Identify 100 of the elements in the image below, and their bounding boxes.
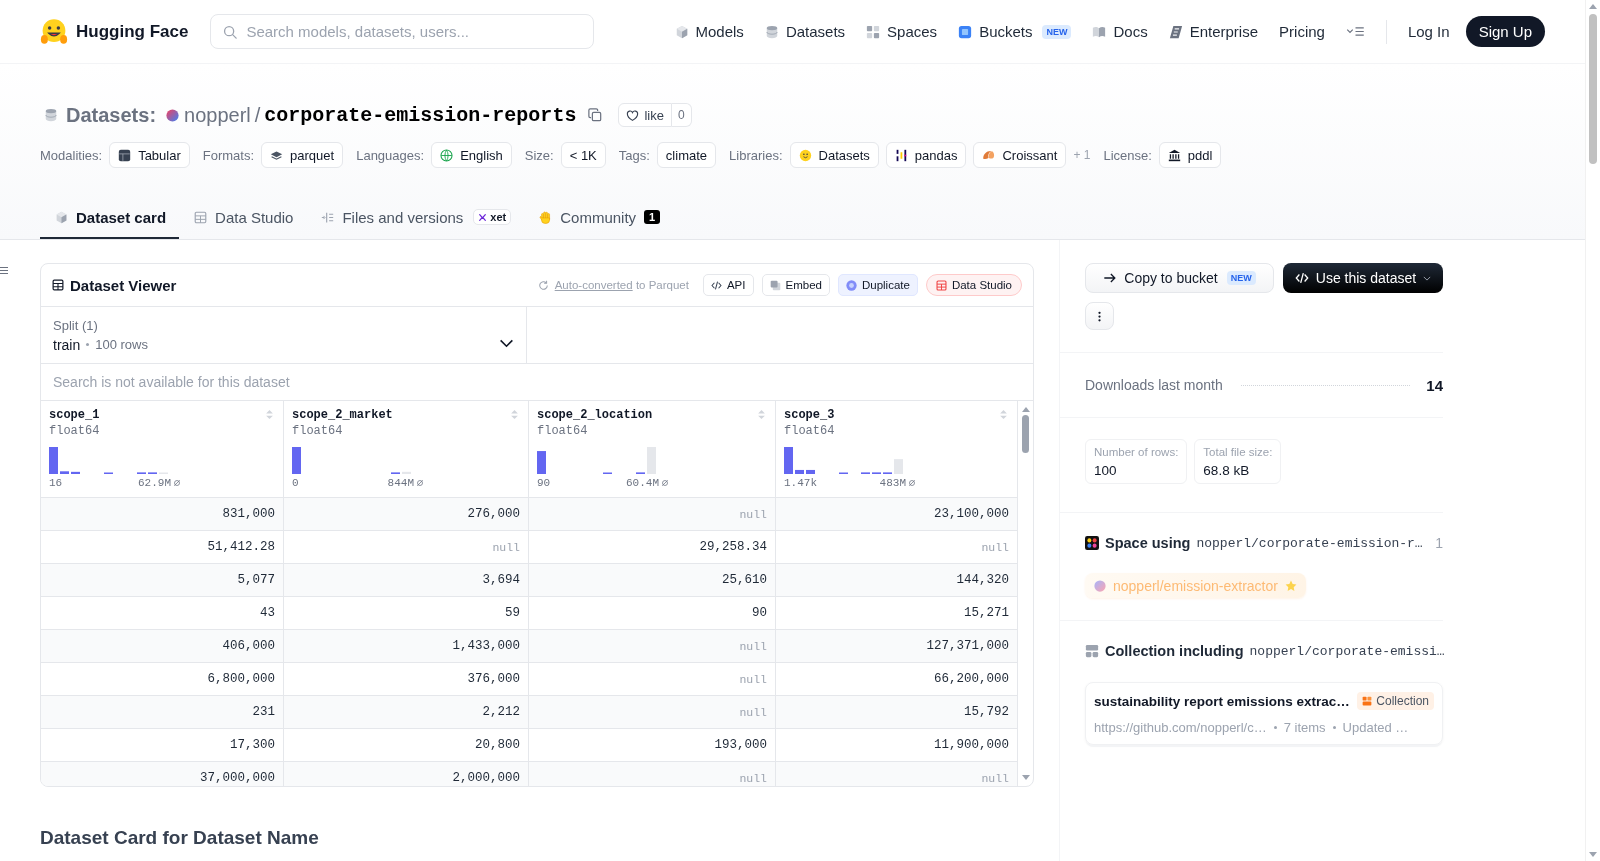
tag-chip[interactable]: English [431,142,512,168]
tab[interactable]: Community 1 [524,197,674,239]
dot-icon [1332,726,1336,729]
dot-icon [1273,726,1277,729]
path-separator: / [254,103,261,127]
dataset-name-link[interactable]: corporate-emission-reports [264,103,577,127]
search-field[interactable]: Search models, datasets, users... [210,14,595,49]
cube-icon [674,24,689,39]
sort-icon[interactable] [510,408,519,421]
table-cell: null [529,696,776,729]
dot-icon [86,343,90,346]
copy-icon[interactable] [588,108,603,122]
kebab-icon [1098,310,1101,322]
stacked-squares-icon [1085,644,1099,658]
row-count: 100 rows [95,337,148,352]
metadata-label: Formats: [202,147,255,163]
star-icon [1284,579,1297,592]
table-cell: 2,000,000 [284,762,529,786]
tag-chip[interactable]: < 1K [560,142,606,168]
split-select[interactable]: Split (1) train 100 rows [41,307,527,363]
table-cell: 831,000 [41,498,284,531]
column-name: scope_2_location [537,408,653,422]
tag-chip[interactable]: climate [656,142,717,168]
stacked-squares-icon [1362,696,1373,706]
collection-type-label: Collection [1376,694,1429,708]
spaces-heading: Space using [1105,535,1191,551]
nav-link[interactable]: Pricing [1279,23,1325,40]
tab[interactable]: Dataset card [40,197,180,239]
login-link[interactable]: Log In [1407,23,1450,40]
scrollbar-thumb[interactable] [1022,415,1029,453]
chevron-down-icon [499,338,514,348]
collection-title: sustainability report emissions extrac… [1094,693,1350,709]
split-value: train [53,336,81,353]
null-icon [908,479,916,487]
colored-grid-icon [1085,536,1099,550]
storage-label: xet [490,211,507,223]
layers-icon [270,148,284,162]
tag-chip[interactable]: parquet [261,142,344,168]
metadata-label: Tags: [618,147,650,163]
tab[interactable]: Data Studio [179,197,307,239]
tag-chip[interactable]: Datasets [789,142,879,168]
nav-link[interactable]: Docs [1092,23,1148,40]
sort-icon[interactable] [757,408,766,421]
tag-chip[interactable]: pddl [1158,142,1222,168]
slanted-e-icon [1168,24,1183,39]
smiley-logo-icon [40,18,68,45]
column-type: float64 [537,424,589,438]
arrow-up-icon[interactable] [1589,4,1597,9]
viewer-action-button[interactable]: Duplicate [837,274,918,296]
sort-icon[interactable] [265,408,274,421]
use-dataset-button[interactable]: Use this dataset [1283,263,1443,293]
conversion-note: Auto-converted to Parquet [554,279,689,291]
tag-chip[interactable]: Tabular [109,142,190,168]
like-button[interactable]: like [618,103,672,127]
tag-chip[interactable]: Croissant [973,142,1067,168]
nav-link[interactable]: Buckets NEW [958,23,1072,40]
copy-to-bucket-button[interactable]: Copy to bucket NEW [1085,263,1274,293]
table-icon [52,279,64,291]
sort-icon[interactable] [999,408,1008,421]
max-value: 62.9M [138,477,171,489]
tab[interactable]: Files and versions xet [306,197,525,239]
viewer-action-button[interactable]: Embed [761,274,830,296]
count-badge: 1 [644,210,661,224]
nav-link[interactable]: Spaces [866,23,938,40]
nav-link[interactable]: Datasets [764,23,846,40]
croissant-icon [982,148,996,162]
stat-value: 68.8 kB [1203,463,1251,478]
brand-link[interactable]: Hugging Face [40,18,189,45]
new-badge: NEW [1226,271,1256,285]
downloads-count: 14 [1426,376,1443,394]
nav-link[interactable]: Models [674,23,744,40]
null-icon [661,479,669,487]
section-heading: Dataset Card for Dataset Name [40,827,320,849]
min-value: 1.47k [784,477,817,489]
menu-icon[interactable] [0,267,8,274]
tag-chip[interactable]: pandas [885,142,967,168]
more-options-button[interactable] [1085,302,1114,330]
signup-button[interactable]: Sign Up [1465,16,1545,47]
owner-link[interactable]: nopperl [184,103,251,127]
scrollbar-thumb[interactable] [1589,14,1597,164]
nav-link[interactable]: Enterprise [1168,23,1259,40]
viewer-action-button[interactable]: API [702,274,754,296]
chevron-down-icon [1423,275,1432,281]
arrow-down-icon[interactable] [1021,775,1030,780]
database-icon [764,24,779,39]
arrow-up-icon[interactable] [1021,407,1030,412]
arrow-down-icon[interactable] [1589,852,1597,857]
x-mark-icon [478,212,488,222]
viewer-title: Dataset Viewer [70,276,177,294]
circle-icon [845,279,857,291]
viewer-action-button[interactable]: Data Studio [925,274,1022,296]
menu-icon[interactable] [1345,26,1365,37]
gradient-circle-icon [1094,579,1106,592]
grid-icon [866,24,881,39]
max-value: 483M [879,477,906,489]
item-count: 7 items [1283,720,1326,735]
collection-card[interactable]: sustainability report emissions extrac… Collection https://github.com/nopperl/c… 7 items Updated … [1085,682,1443,745]
table-cell: 37,000,000 [41,762,284,786]
like-count: 0 [671,103,692,127]
column-name: scope_3 [784,408,835,422]
